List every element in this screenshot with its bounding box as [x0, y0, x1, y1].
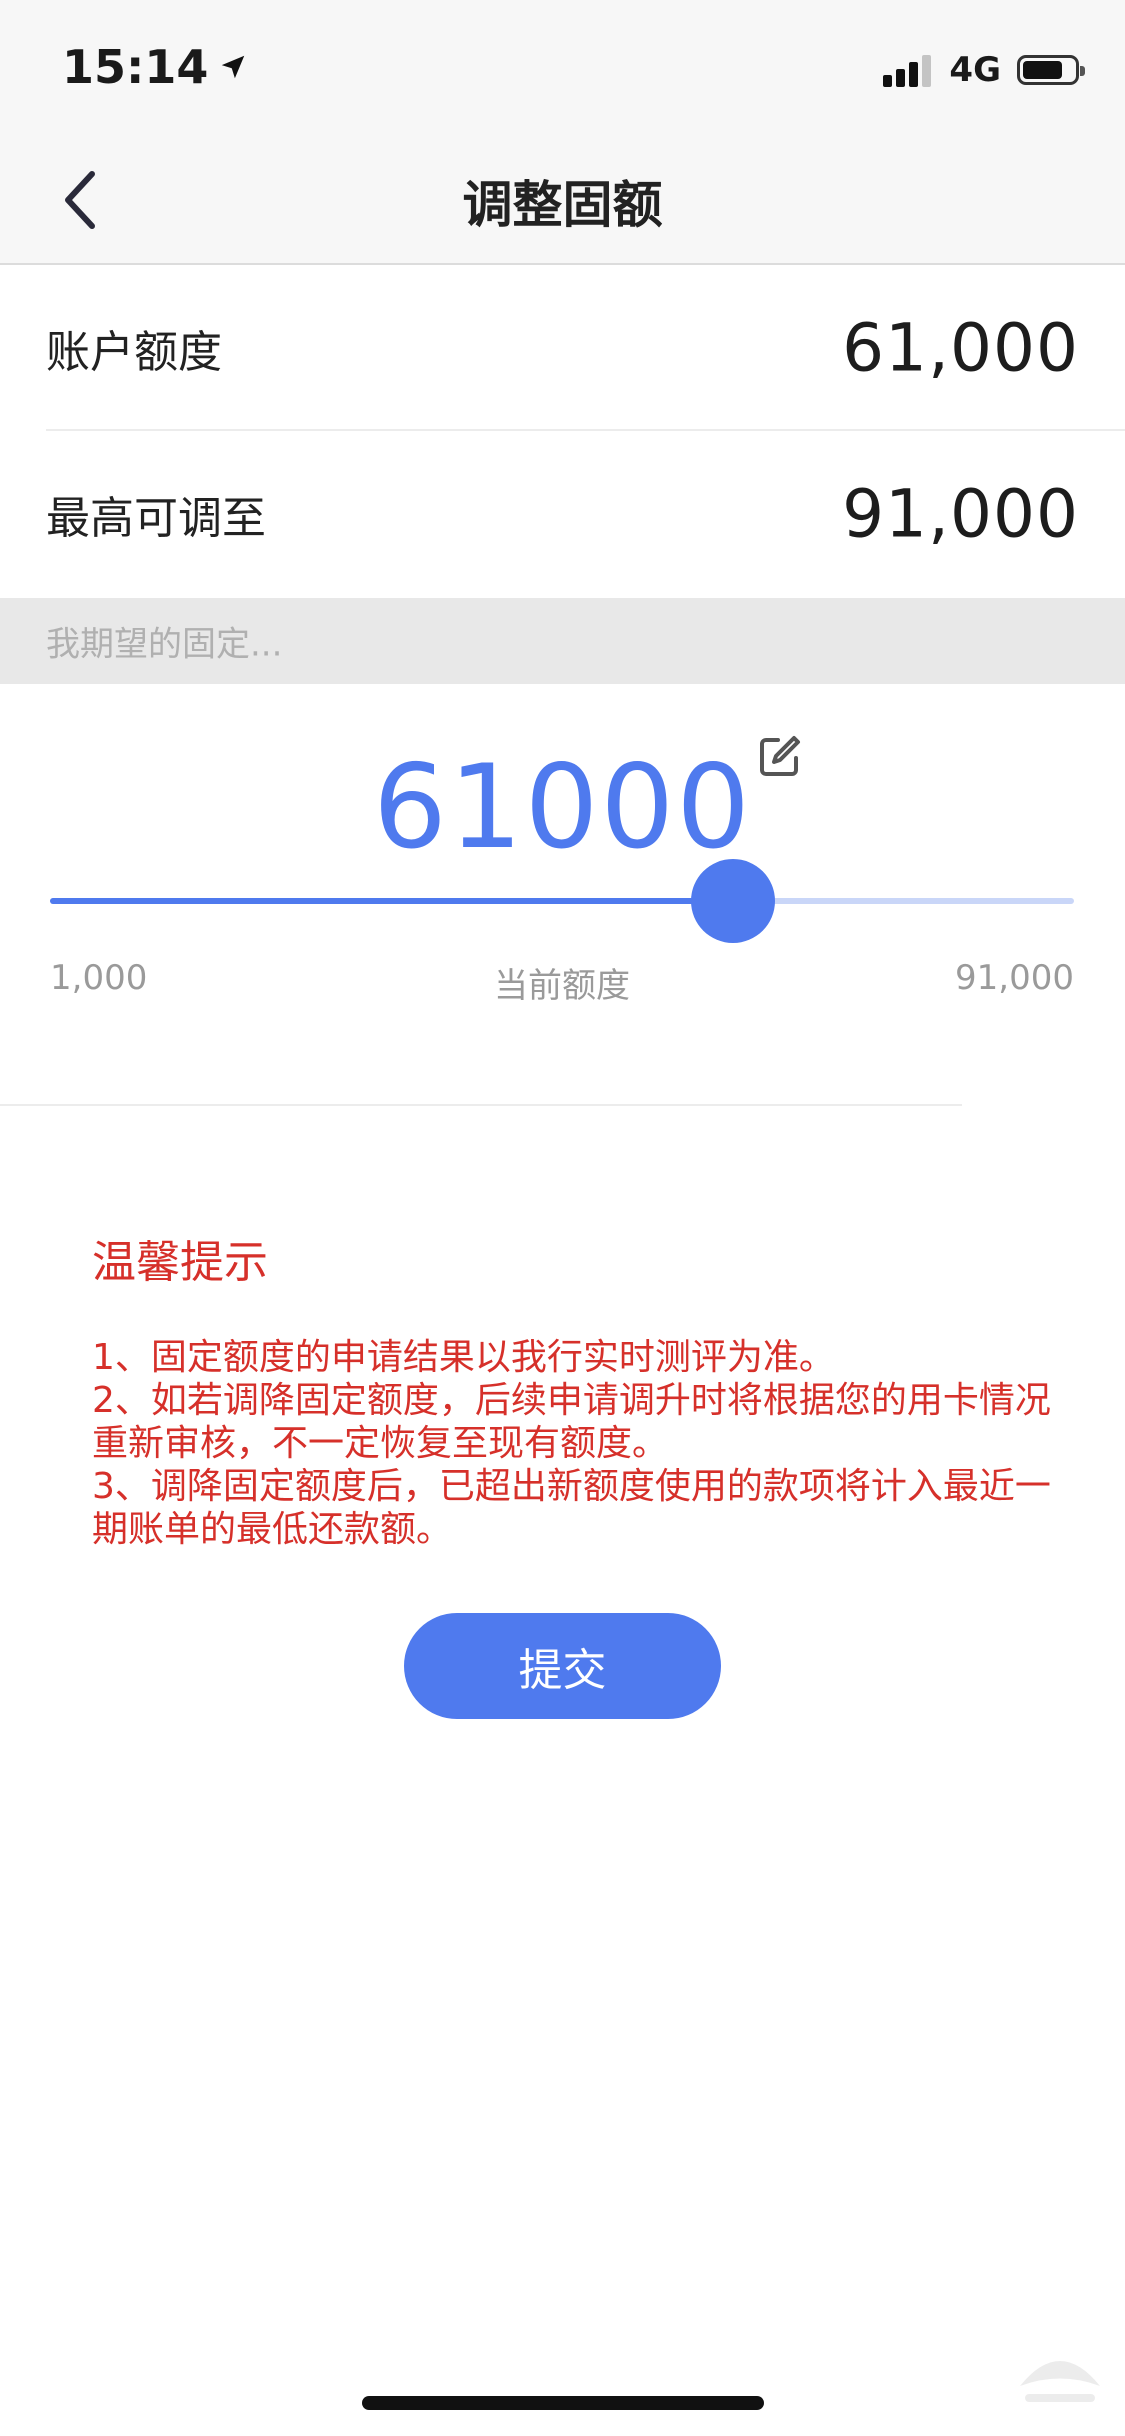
tips-title: 温馨提示: [92, 1237, 268, 1288]
max-limit-value: 91,000: [842, 475, 1079, 552]
network-type: 4G: [949, 50, 1001, 90]
status-time: 15:14: [62, 40, 248, 94]
current-amount-display: 61000: [372, 740, 752, 875]
content-divider: [0, 1104, 962, 1106]
slider-labels: 1,000 当前额度 91,000: [50, 958, 1074, 1008]
account-limit-value: 61,000: [842, 309, 1079, 386]
tip-item: 2、如若调降固定额度，后续申请调升时将根据您的用卡情况重新审核，不一定恢复至现有…: [92, 1380, 1051, 1464]
account-limit-row: 账户额度 61,000: [0, 265, 1125, 430]
signal-bar: [922, 55, 932, 87]
battery-icon: [1017, 55, 1085, 85]
tip-item: 3、调降固定额度后，已超出新额度使用的款项将计入最近一期账单的最低还款额。: [92, 1466, 1051, 1550]
status-bar: 15:14 4G: [0, 0, 1125, 135]
status-time-text: 15:14: [62, 40, 209, 94]
edit-icon[interactable]: [756, 732, 804, 780]
signal-bar: [883, 75, 893, 87]
home-indicator[interactable]: [362, 2396, 764, 2410]
status-indicators: 4G: [883, 50, 1085, 90]
max-limit-row: 最高可调至 91,000: [0, 431, 1125, 596]
location-arrow-icon: [222, 55, 245, 79]
slider-fill: [50, 898, 733, 904]
signal-bar: [909, 62, 919, 87]
battery-level: [1023, 61, 1062, 79]
tips-list: 1、固定额度的申请结果以我行实时测评为准。 2、如若调降固定额度，后续申请调升时…: [92, 1336, 1052, 1551]
cellular-signal-icon: [883, 53, 935, 87]
current-limit-label: 当前额度: [494, 966, 630, 1006]
account-limit-label: 账户额度: [46, 326, 222, 378]
nav-bar: 调整固额: [0, 135, 1125, 265]
amount-slider[interactable]: [50, 859, 1074, 943]
page-title: 调整固额: [462, 176, 663, 234]
signal-bar: [896, 69, 906, 87]
submit-button[interactable]: 提交: [404, 1613, 721, 1719]
slider-max-label: 91,000: [955, 958, 1074, 998]
slider-thumb[interactable]: [690, 859, 775, 943]
watermark-logo: [1020, 2361, 1100, 2402]
tip-item: 1、固定额度的申请结果以我行实时测评为准。: [92, 1337, 835, 1378]
expected-section-header: 我期望的固定...: [0, 598, 1125, 684]
max-limit-label: 最高可调至: [46, 492, 266, 544]
expected-section-label: 我期望的固定...: [46, 624, 283, 665]
